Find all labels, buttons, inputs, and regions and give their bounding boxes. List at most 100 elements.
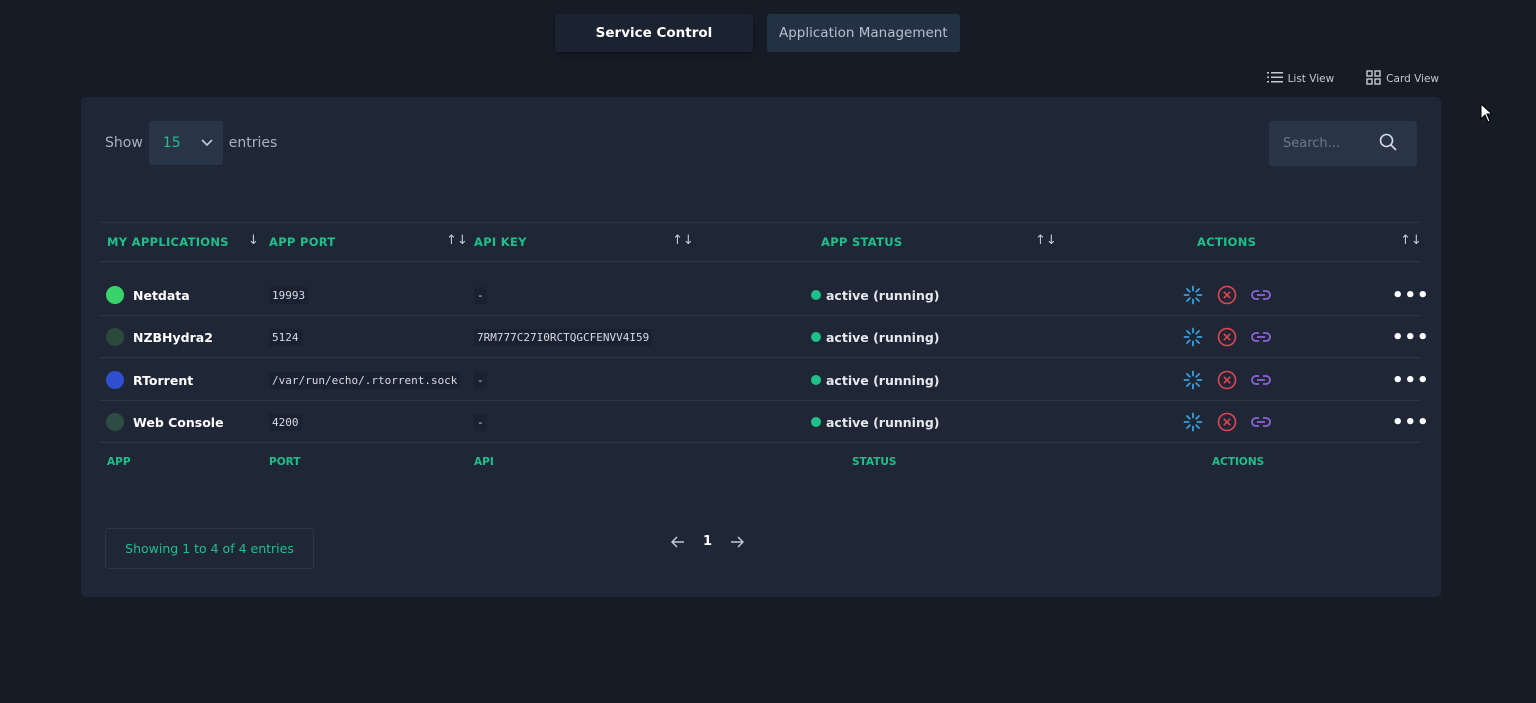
sort-icon[interactable]: ↑↓ <box>446 233 468 248</box>
show-label: Show <box>105 135 143 151</box>
footer-label-status: STATUS <box>852 456 897 468</box>
entries-label: entries <box>228 135 278 151</box>
next-page-arrow-icon[interactable] <box>730 535 745 548</box>
table-row: RTorrent/var/run/echo/.rtorrent.sock - act… <box>100 359 1429 401</box>
actions-cell <box>1182 316 1272 358</box>
actions-cell <box>1182 274 1272 316</box>
list-view-button[interactable]: List View <box>1266 70 1335 88</box>
list-view-label: List View <box>1287 73 1335 85</box>
entries-value: 15 <box>162 135 181 151</box>
app-cell: Netdata <box>100 274 190 316</box>
mouse-cursor-icon <box>1480 102 1494 127</box>
more-options-icon[interactable]: ••• <box>1392 285 1430 306</box>
previous-page-arrow-icon[interactable] <box>671 535 685 548</box>
tab-application-management[interactable]: Application Management <box>767 14 960 52</box>
more-options-icon[interactable]: ••• <box>1392 370 1430 391</box>
column-header-port[interactable]: APP PORT <box>269 235 336 249</box>
api-key: - <box>474 413 487 431</box>
search-box <box>1269 121 1417 166</box>
sort-icon[interactable]: ↑↓ <box>1035 233 1057 248</box>
app-logo-icon <box>106 286 124 304</box>
page-number[interactable]: 1 <box>703 534 712 549</box>
status-text: active (running) <box>826 287 940 303</box>
stop-circle-x-icon[interactable] <box>1216 326 1238 348</box>
status-dot-icon <box>811 290 821 300</box>
api-key-cell: - <box>474 274 487 316</box>
app-name[interactable]: Web Console <box>133 415 224 430</box>
status-badge: active (running) <box>811 415 940 430</box>
entries-info: Showing 1 to 4 of 4 entries <box>105 528 314 569</box>
app-cell: RTorrent <box>100 359 193 401</box>
grid-icon <box>1366 70 1381 88</box>
sort-icon[interactable]: ↑↓ <box>672 233 694 248</box>
sort-icon[interactable]: ↑↓ <box>1400 233 1422 248</box>
view-switch: List View Card View <box>1266 70 1439 88</box>
app-logo-icon <box>106 413 124 431</box>
app-logo-icon <box>106 371 124 389</box>
restart-spinner-icon[interactable] <box>1182 284 1204 306</box>
entries-select[interactable]: 15 <box>148 121 223 165</box>
api-key-cell: - <box>474 401 487 443</box>
stop-circle-x-icon[interactable] <box>1216 411 1238 433</box>
sort-down-icon[interactable]: ↓ <box>248 233 259 248</box>
port-cell: 5124 <box>269 316 302 358</box>
applications-panel: Show 15 entries MY APPLICATIONS ↓ APP PO… <box>81 97 1441 597</box>
app-name[interactable]: RTorrent <box>133 373 193 388</box>
status-badge: active (running) <box>811 288 940 303</box>
status-cell: active (running) <box>811 401 940 443</box>
card-view-button[interactable]: Card View <box>1366 70 1439 88</box>
more-options-icon[interactable]: ••• <box>1392 412 1430 433</box>
api-key: 7RM777C27I0RCTQGCFENVV4I59 <box>474 328 653 346</box>
app-cell: NZBHydra2 <box>100 316 213 358</box>
search-input[interactable] <box>1283 136 1379 151</box>
port-cell: /var/run/echo/.rtorrent.sock <box>269 359 461 401</box>
app-name[interactable]: Netdata <box>133 288 190 303</box>
app-name[interactable]: NZBHydra2 <box>133 330 213 345</box>
status-badge: active (running) <box>811 330 940 345</box>
status-dot-icon <box>811 332 821 342</box>
app-port: 5124 <box>269 328 302 346</box>
column-header-actions[interactable]: ACTIONS <box>1197 235 1256 249</box>
stop-circle-x-icon[interactable] <box>1216 284 1238 306</box>
column-header-applications[interactable]: MY APPLICATIONS <box>107 235 229 249</box>
table-row: Netdata 19993 - active (running) ••• <box>100 274 1429 316</box>
status-text: active (running) <box>826 414 940 430</box>
link-icon[interactable] <box>1250 369 1272 391</box>
link-icon[interactable] <box>1250 326 1272 348</box>
status-cell: active (running) <box>811 359 940 401</box>
pagination: 1 <box>671 534 745 549</box>
app-port: /var/run/echo/.rtorrent.sock <box>269 371 461 389</box>
link-icon[interactable] <box>1250 411 1272 433</box>
status-dot-icon <box>811 375 821 385</box>
status-dot-icon <box>811 417 821 427</box>
tab-service-control[interactable]: Service Control <box>555 14 753 52</box>
status-badge: active (running) <box>811 373 940 388</box>
chevron-down-icon <box>201 135 213 151</box>
app-cell: Web Console <box>100 401 224 443</box>
search-icon[interactable] <box>1379 133 1397 155</box>
link-icon[interactable] <box>1250 284 1272 306</box>
tab-bar: Service Control Application Management <box>555 14 960 52</box>
more-cell: ••• <box>1392 316 1430 358</box>
restart-spinner-icon[interactable] <box>1182 411 1204 433</box>
footer-label-port: PORT <box>269 456 301 468</box>
column-header-status[interactable]: APP STATUS <box>821 235 902 249</box>
api-key-cell: - <box>474 359 487 401</box>
status-cell: active (running) <box>811 316 940 358</box>
column-header-api-key[interactable]: API KEY <box>474 235 527 249</box>
entries-control: Show 15 entries <box>105 121 277 165</box>
port-cell: 19993 <box>269 274 309 316</box>
list-icon <box>1266 71 1283 87</box>
app-port: 4200 <box>269 413 302 431</box>
footer-label-api: API <box>474 456 494 468</box>
api-key-cell: 7RM777C27I0RCTQGCFENVV4I59 <box>474 316 653 358</box>
restart-spinner-icon[interactable] <box>1182 326 1204 348</box>
status-text: active (running) <box>826 372 940 388</box>
stop-circle-x-icon[interactable] <box>1216 369 1238 391</box>
table-header: MY APPLICATIONS ↓ APP PORT ↑↓ API KEY ↑↓… <box>100 222 1422 262</box>
status-cell: active (running) <box>811 274 940 316</box>
card-view-label: Card View <box>1386 73 1439 85</box>
more-options-icon[interactable]: ••• <box>1392 327 1430 348</box>
restart-spinner-icon[interactable] <box>1182 369 1204 391</box>
more-cell: ••• <box>1392 359 1430 401</box>
